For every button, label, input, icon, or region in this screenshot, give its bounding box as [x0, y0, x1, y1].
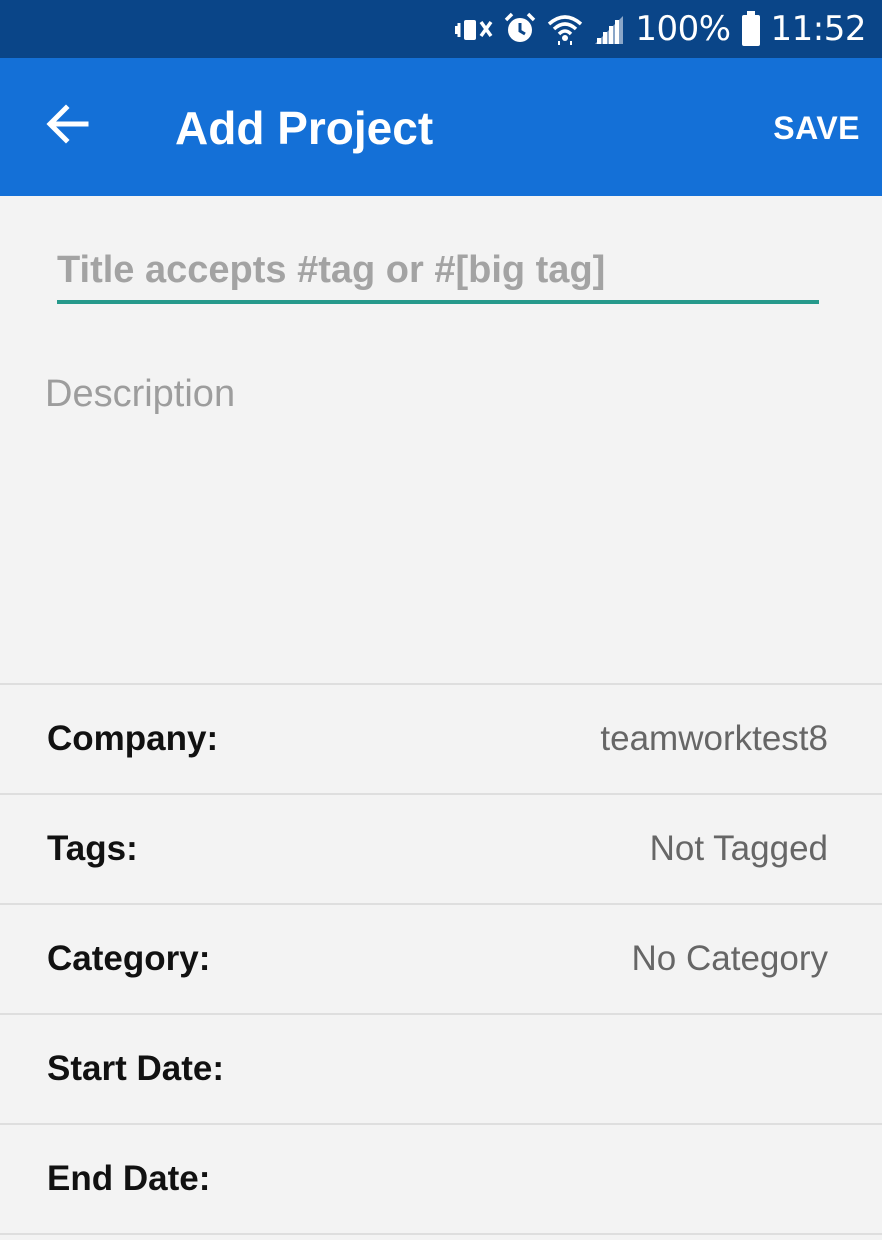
save-button[interactable]: SAVE [773, 106, 860, 150]
tags-row[interactable]: Tags: Not Tagged [0, 795, 882, 905]
vibrate-mute-icon [455, 12, 493, 46]
arrow-back-icon [46, 102, 90, 151]
end-date-label: End Date: [47, 1159, 211, 1198]
project-fields: Company: teamworktest8 Tags: Not Tagged … [0, 683, 882, 1235]
page-title: Add Project [175, 102, 434, 154]
clock: 11:52 [770, 9, 867, 49]
end-date-row[interactable]: End Date: [0, 1125, 882, 1235]
start-date-row[interactable]: Start Date: [0, 1015, 882, 1125]
tags-value: Not Tagged [649, 829, 828, 868]
company-label: Company: [47, 719, 219, 758]
status-icons: 100% 11:52 [455, 0, 867, 58]
battery-icon [741, 11, 761, 47]
cell-signal-icon [593, 12, 625, 46]
category-row[interactable]: Category: No Category [0, 905, 882, 1015]
category-value: No Category [631, 939, 828, 978]
wifi-icon [547, 12, 583, 46]
start-date-label: Start Date: [47, 1049, 224, 1088]
company-value: teamworktest8 [600, 719, 828, 758]
back-button[interactable] [30, 88, 106, 164]
app-bar: Add Project SAVE [0, 58, 882, 196]
description-input[interactable] [45, 362, 845, 662]
category-label: Category: [47, 939, 211, 978]
title-input[interactable] [57, 240, 819, 304]
alarm-icon [503, 12, 537, 46]
status-bar: 100% 11:52 [0, 0, 882, 58]
tags-label: Tags: [47, 829, 138, 868]
company-row[interactable]: Company: teamworktest8 [0, 685, 882, 795]
battery-percent: 100% [635, 9, 731, 49]
